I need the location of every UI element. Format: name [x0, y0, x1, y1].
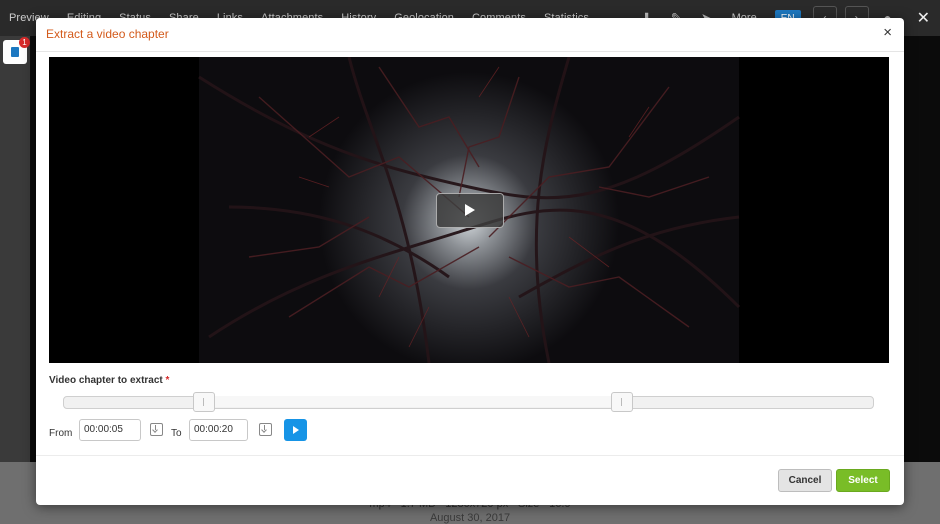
cancel-button[interactable]: Cancel [778, 469, 832, 492]
to-label: To [171, 428, 182, 439]
preview-range-button[interactable] [284, 419, 307, 441]
set-from-time-icon[interactable] [150, 423, 163, 436]
select-button[interactable]: Select [836, 469, 890, 492]
time-range-row: From 00:00:05 To 00:00:20 [49, 419, 649, 443]
from-time-input[interactable]: 00:00:05 [79, 419, 141, 441]
dialog-header: Extract a video chapter × [36, 18, 904, 52]
required-marker: * [165, 375, 170, 386]
dialog-title: Extract a video chapter [46, 27, 169, 41]
video-player[interactable] [49, 57, 889, 363]
range-end-handle[interactable] [611, 392, 634, 412]
left-rail: 1 [0, 36, 30, 524]
extract-chapter-dialog: Extract a video chapter × Video chapter … [36, 18, 904, 505]
collections-button[interactable]: 1 [3, 37, 30, 64]
close-icon[interactable]: × [883, 25, 892, 41]
notification-badge: 1 [19, 37, 30, 48]
footer-divider [36, 455, 904, 456]
selected-range [202, 396, 622, 407]
to-time-input[interactable]: 00:00:20 [189, 419, 248, 441]
from-label: From [49, 428, 73, 439]
chapter-field-label: Video chapter to extract * [49, 375, 169, 386]
range-start-handle[interactable] [192, 392, 215, 412]
play-preview-icon [293, 426, 299, 434]
play-icon [465, 204, 475, 216]
set-to-time-icon[interactable] [259, 423, 272, 436]
asset-date: August 30, 2017 [429, 512, 511, 524]
play-button[interactable] [436, 193, 504, 228]
chapter-label-text: Video chapter to extract [49, 375, 163, 386]
close-viewer-icon[interactable]: ✕ [917, 8, 930, 28]
document-icon [11, 47, 19, 57]
